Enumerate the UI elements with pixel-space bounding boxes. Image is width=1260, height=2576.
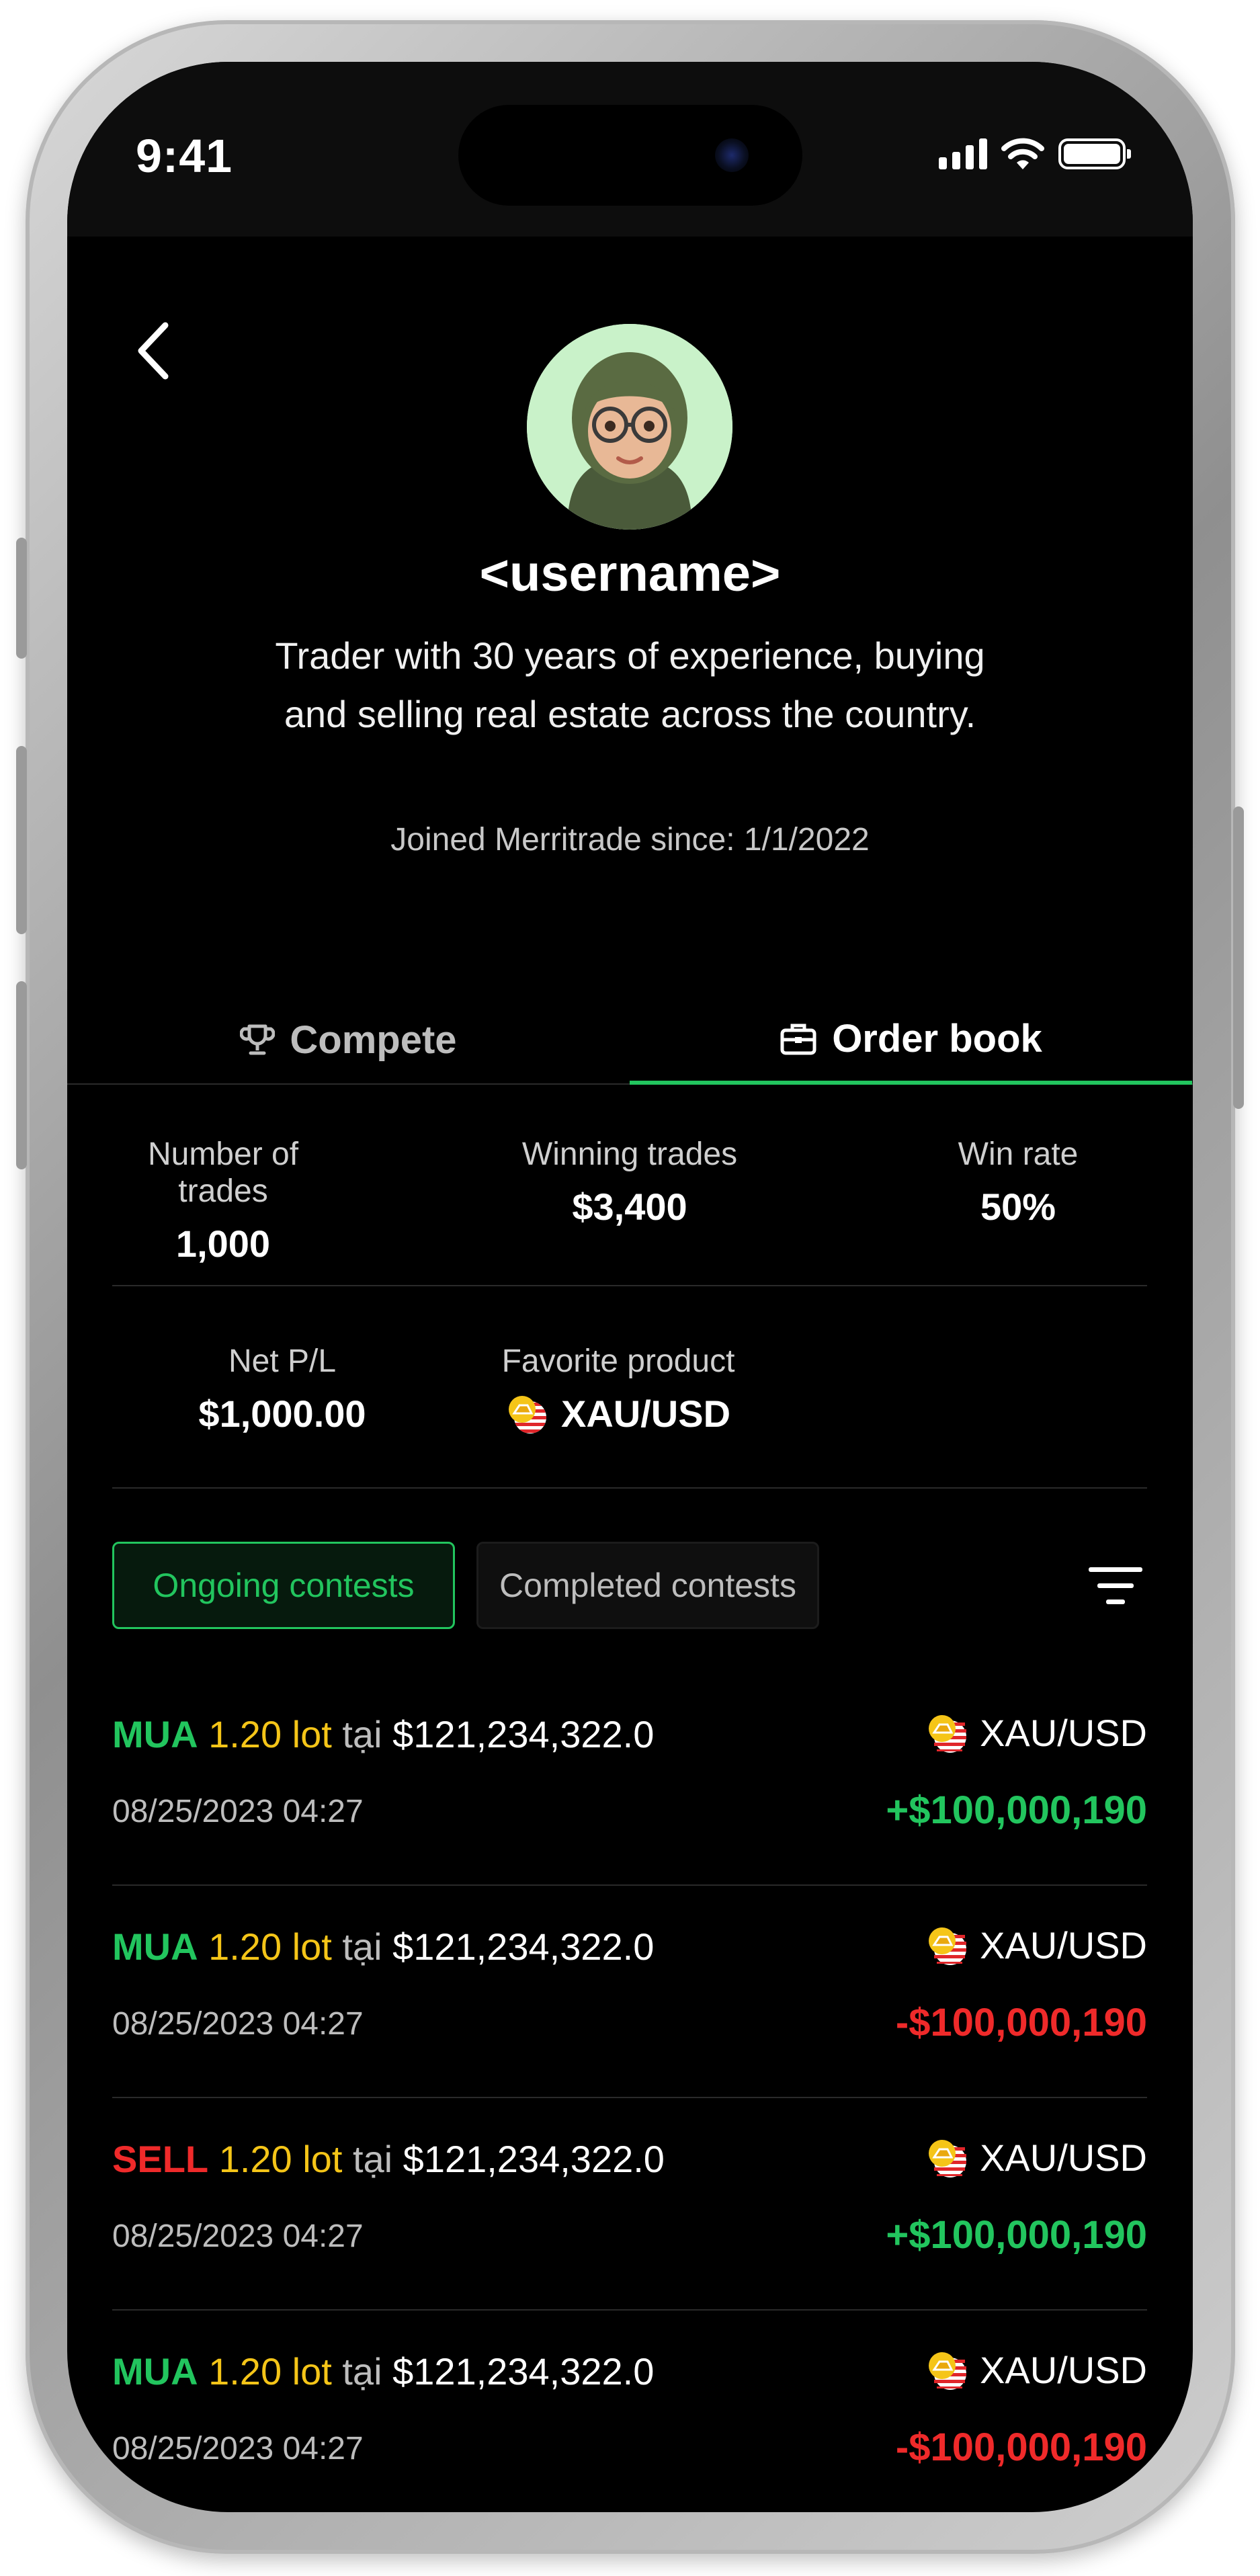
trade-summary: MUA 1.20 lot tại $121,234,322.0 xyxy=(112,1712,654,1756)
bio-text: Trader with 30 years of experience, buyi… xyxy=(275,634,985,735)
filter-sort-icon[interactable] xyxy=(1089,1567,1142,1608)
phone-volume-down-button xyxy=(16,981,27,1169)
trade-product: XAU/USD xyxy=(926,1711,1147,1755)
favorite-product-symbol: XAU/USD xyxy=(560,1393,731,1435)
trade-side: MUA xyxy=(112,1713,198,1755)
dynamic-island xyxy=(458,105,802,206)
phone-power-button xyxy=(1233,806,1244,1109)
memoji-avatar-image xyxy=(527,324,732,530)
trade-price: $121,234,322.0 xyxy=(403,2138,665,2180)
trade-product-symbol: XAU/USD xyxy=(980,1924,1147,1966)
trade-at: tại xyxy=(342,1713,382,1755)
trade-summary: MUA 1.20 lot tại $121,234,322.0 xyxy=(112,2350,654,2393)
phone-volume-up-button xyxy=(16,746,27,934)
stat-value: $3,400 xyxy=(572,1186,687,1228)
trade-product-symbol: XAU/USD xyxy=(980,1712,1147,1754)
stat-label: Win rate xyxy=(958,1136,1079,1172)
tab-compete[interactable]: Compete xyxy=(67,996,630,1083)
app-screen: 9:41 <username> Trader with 30 years of … xyxy=(67,62,1193,2512)
trade-row[interactable]: MUA 1.20 lot tại $121,234,322.0 08/25/202… xyxy=(112,1886,1147,2098)
trade-lot: 1.20 lot xyxy=(208,1925,332,1968)
tab-order-book[interactable]: Order book xyxy=(630,996,1192,1085)
joined-date-text: Joined Merritrade since: 1/1/2022 xyxy=(390,822,870,858)
trade-date: 08/25/2023 04:27 xyxy=(112,1794,364,1829)
trade-summary: SELL 1.20 lot tại $121,234,322.0 xyxy=(112,2137,665,2181)
trade-product: XAU/USD xyxy=(926,2136,1147,2179)
gold-usd-flag-icon xyxy=(929,2139,967,2177)
gold-usd-flag-icon xyxy=(929,1927,967,1965)
trade-date: 08/25/2023 04:27 xyxy=(112,2431,364,2466)
stat-label: Number of trades xyxy=(147,1136,299,1209)
trade-date: 08/25/2023 04:27 xyxy=(112,2006,364,2042)
trade-pl: -$100,000,190 xyxy=(895,2425,1147,2469)
status-time: 9:41 xyxy=(136,130,233,182)
trade-product: XAU/USD xyxy=(926,2348,1147,2392)
trade-at: tại xyxy=(342,2350,382,2393)
gold-usd-flag-icon xyxy=(929,1714,967,1753)
trade-date: 08/25/2023 04:27 xyxy=(112,2218,364,2254)
stat-value: $1,000.00 xyxy=(198,1393,366,1435)
trade-product-symbol: XAU/USD xyxy=(980,2349,1147,2391)
briefcase-icon xyxy=(780,1024,816,1055)
trade-row[interactable]: MUA 1.20 lot tại $121,234,322.0 08/25/202… xyxy=(112,2311,1147,2512)
stat-value: 1,000 xyxy=(175,1222,271,1265)
back-icon[interactable] xyxy=(128,317,181,384)
wifi-icon xyxy=(1001,138,1044,169)
trade-pl: +$100,000,190 xyxy=(886,2213,1147,2257)
stat-value-row: XAU/USD xyxy=(470,1392,766,1436)
tab-order-book-label: Order book xyxy=(832,1016,1042,1061)
trade-row[interactable]: SELL 1.20 lot tại $121,234,322.0 08/25/20… xyxy=(112,2098,1147,2311)
trade-product: XAU/USD xyxy=(926,1923,1147,1967)
stat-net-pl: Net P/L $1,000.00 xyxy=(175,1343,390,1436)
phone-mute-button xyxy=(16,538,27,659)
stat-number-of-trades: Number of trades 1,000 xyxy=(112,1136,334,1265)
completed-contests-button[interactable]: Completed contests xyxy=(476,1542,819,1629)
username-text: <username> xyxy=(479,545,781,602)
trade-at: tại xyxy=(342,1925,382,1968)
status-bar: 9:41 xyxy=(67,62,1193,237)
avatar[interactable] xyxy=(527,324,732,530)
trade-side: MUA xyxy=(112,1925,198,1968)
stats-divider xyxy=(112,1487,1147,1489)
gold-usd-flag-icon xyxy=(508,1395,546,1434)
trade-lot: 1.20 lot xyxy=(208,1713,332,1755)
trade-price: $121,234,322.0 xyxy=(392,1925,655,1968)
trade-price: $121,234,322.0 xyxy=(392,1713,655,1755)
stat-label: Favorite product xyxy=(501,1343,735,1379)
stat-label: Winning trades xyxy=(521,1136,738,1172)
stat-winning-trades: Winning trades $3,400 xyxy=(519,1136,741,1229)
trophy-icon xyxy=(240,1024,276,1055)
stat-label: Net P/L xyxy=(228,1343,337,1379)
trade-at: tại xyxy=(352,2138,393,2180)
profile-tabs: Compete Order book xyxy=(67,996,1193,1085)
trade-lot: 1.20 lot xyxy=(208,2350,332,2393)
cellular-signal-icon xyxy=(939,138,987,169)
tab-compete-label: Compete xyxy=(290,1017,457,1062)
trade-price: $121,234,322.0 xyxy=(392,2350,655,2393)
ongoing-contests-button[interactable]: Ongoing contests xyxy=(112,1542,455,1629)
trade-pl: +$100,000,190 xyxy=(886,1788,1147,1832)
stat-value: 50% xyxy=(980,1186,1056,1228)
stats-divider xyxy=(112,1285,1147,1286)
trade-summary: MUA 1.20 lot tại $121,234,322.0 xyxy=(112,1925,654,1968)
trade-lot: 1.20 lot xyxy=(218,2138,343,2180)
stat-win-rate: Win rate 50% xyxy=(907,1136,1129,1229)
stat-favorite-product: Favorite product XAU/USD xyxy=(470,1343,766,1436)
trade-row[interactable]: MUA 1.20 lot tại $121,234,322.0 08/25/202… xyxy=(112,1673,1147,1886)
trade-side: SELL xyxy=(112,2138,209,2180)
gold-usd-flag-icon xyxy=(929,2352,967,2390)
status-icons xyxy=(939,137,1131,171)
trade-product-symbol: XAU/USD xyxy=(980,2136,1147,2179)
trade-pl: -$100,000,190 xyxy=(895,2001,1147,2044)
battery-icon xyxy=(1058,138,1131,169)
front-camera xyxy=(715,138,749,172)
trade-side: MUA xyxy=(112,2350,198,2393)
